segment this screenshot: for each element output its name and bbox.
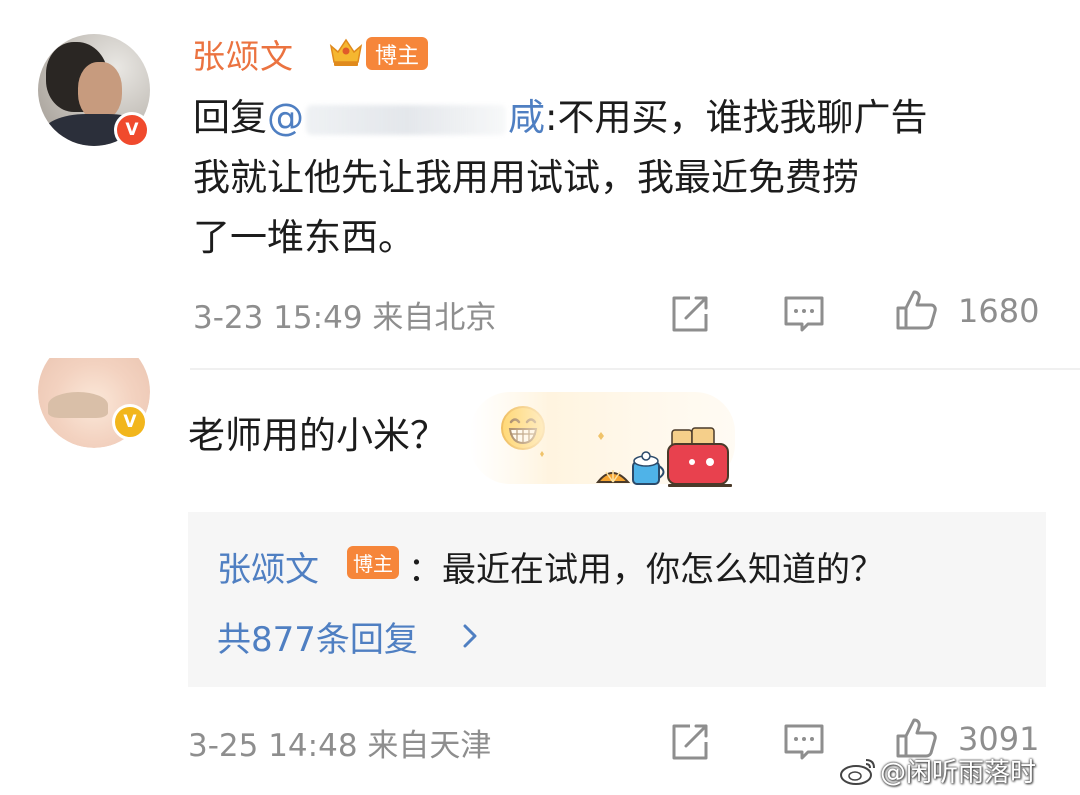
like-count: 1680 [958,292,1040,330]
reply-prefix: 回复 [193,96,267,139]
location: 来自天津 [367,728,492,764]
timestamp: 3-23 15:49 [193,300,363,336]
weibo-logo-icon [840,759,875,785]
mention-link[interactable]: @ 咸 [267,96,545,139]
comment-author[interactable]: 张颂文 [192,30,294,78]
breakfast-sticker [470,392,735,487]
verified-icon: V [114,112,150,148]
comment-text: 老师用的小米？ [188,414,447,457]
comment-meta: 3-25 14:48 来自天津 [188,720,491,765]
location: 来自北京 [372,300,497,336]
comment-line: 我就让他先让我用用试试，我最近免费捞 [193,156,859,199]
comment-icon[interactable] [782,720,826,764]
reply-author[interactable]: 张颂文 [217,542,319,591]
comment-thread: V 张颂文 博主 回复@ 咸:不用买，谁找我聊广告 我就让他先让我用用试试，我最近… [0,0,1080,795]
comment-icon[interactable] [782,292,826,336]
reply-text: :不用买，谁找我聊广告 [545,96,928,139]
verified-icon: V [112,404,148,440]
watermark: @闲听雨落时 [880,758,1037,788]
blogger-badge: 博主 [347,546,399,579]
share-icon[interactable] [668,292,712,336]
divider [190,368,1080,370]
view-replies-link[interactable]: 共877条回复 [217,612,418,661]
comment-meta: 3-23 15:49 来自北京 [193,292,496,337]
reply-text: ：最近在试用，你怎么知道的？ [408,550,884,590]
like-icon[interactable] [894,288,938,332]
redacted-blur [306,104,506,135]
blogger-badge: 博主 [366,37,428,70]
comment-text: 回复@ 咸:不用买，谁找我聊广告 我就让他先让我用用试试，我最近免费捞 了一堆东西… [193,88,1053,268]
share-icon[interactable] [668,720,712,764]
timestamp: 3-25 14:48 [188,728,358,764]
comment-line: 了一堆东西。 [193,216,415,259]
crown-icon [329,38,363,66]
chevron-right-icon[interactable] [460,622,480,650]
